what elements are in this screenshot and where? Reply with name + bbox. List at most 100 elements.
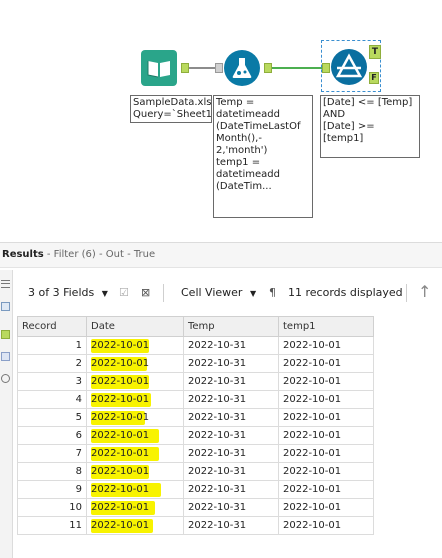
column-header[interactable]: Record (17, 316, 87, 337)
pilcrow-icon[interactable]: ¶ (269, 286, 276, 299)
temp-cell[interactable]: 2022-10-31 (183, 354, 279, 373)
temp-cell[interactable]: 2022-10-31 (183, 480, 279, 499)
temp-cell[interactable]: 2022-10-31 (183, 408, 279, 427)
column-header[interactable]: Temp (183, 316, 279, 337)
formula-output-anchor[interactable] (264, 63, 272, 73)
record-cell[interactable]: 8 (17, 462, 87, 481)
table-row[interactable]: 7 2022-10-01 2022-10-31 2022-10-01 (17, 444, 374, 463)
temp1-cell[interactable]: 2022-10-01 (278, 498, 374, 517)
cell-text: 2022-10-01 (91, 358, 150, 369)
date-cell[interactable]: 2022-10-01 (86, 354, 184, 373)
date-cell[interactable]: 2022-10-01 (86, 408, 184, 427)
formula-tool[interactable] (224, 50, 260, 86)
record-cell[interactable]: 7 (17, 444, 87, 463)
table-row[interactable]: 9 2022-10-01 2022-10-31 2022-10-01 (17, 480, 374, 499)
connector-input-formula[interactable] (189, 67, 215, 69)
temp-cell[interactable]: 2022-10-31 (183, 462, 279, 481)
date-cell[interactable]: 2022-10-01 (86, 426, 184, 445)
cell-text: 3 (75, 376, 82, 387)
temp-cell[interactable]: 2022-10-31 (183, 516, 279, 535)
temp1-cell[interactable]: 2022-10-01 (278, 480, 374, 499)
date-cell[interactable]: 2022-10-01 (86, 390, 184, 409)
table-view-icon[interactable] (1, 302, 10, 311)
temp1-cell[interactable]: 2022-10-01 (278, 444, 374, 463)
cell-text: 10 (69, 502, 82, 513)
cell-viewer-dropdown[interactable]: Cell Viewer ▼ (181, 286, 256, 299)
formula-input-anchor[interactable] (215, 63, 223, 73)
record-cell[interactable]: 6 (17, 426, 87, 445)
date-cell[interactable]: 2022-10-01 (86, 516, 184, 535)
help-icon[interactable] (1, 374, 10, 383)
table-row[interactable]: 2 2022-10-01 2022-10-31 2022-10-01 (17, 354, 374, 373)
record-cell[interactable]: 1 (17, 336, 87, 355)
filter-false-anchor[interactable]: F (369, 72, 379, 84)
table-row[interactable]: 8 2022-10-01 2022-10-31 2022-10-01 (17, 462, 374, 481)
cell-text: 2022-10-01 (283, 430, 342, 441)
connector-formula-filter[interactable] (272, 67, 322, 69)
temp1-cell[interactable]: 2022-10-01 (278, 354, 374, 373)
cell-text: 2022-10-01 (283, 466, 342, 477)
record-cell[interactable]: 4 (17, 390, 87, 409)
temp1-cell[interactable]: 2022-10-01 (278, 462, 374, 481)
records-count: 11 records displayed (288, 286, 403, 299)
table-header-row: Record Date Temp temp1 (17, 316, 374, 337)
temp-cell[interactable]: 2022-10-31 (183, 336, 279, 355)
cell-text: 2022-10-01 (91, 340, 150, 351)
record-cell[interactable]: 2 (17, 354, 87, 373)
temp1-cell[interactable]: 2022-10-01 (278, 408, 374, 427)
workflow-canvas[interactable]: T F SampleData.xlsx Query=`Sheet1$` Temp… (0, 0, 442, 236)
record-cell[interactable]: 5 (17, 408, 87, 427)
input-data-tool[interactable] (141, 50, 177, 86)
date-cell[interactable]: 2022-10-01 (86, 462, 184, 481)
filter-tool[interactable] (331, 49, 367, 85)
table-row[interactable]: 1 2022-10-01 2022-10-31 2022-10-01 (17, 336, 374, 355)
check-icon[interactable]: ☑ (119, 286, 129, 299)
cell-text: 9 (75, 484, 82, 495)
input-output-anchor[interactable] (181, 63, 189, 73)
record-cell[interactable]: 9 (17, 480, 87, 499)
cell-text: 2022-10-31 (188, 502, 247, 513)
cell-text: 2022-10-01 (91, 412, 150, 423)
table-row[interactable]: 3 2022-10-01 2022-10-31 2022-10-01 (17, 372, 374, 391)
fields-dropdown[interactable]: 3 of 3 Fields ▼ (28, 286, 108, 299)
temp-cell[interactable]: 2022-10-31 (183, 426, 279, 445)
table-row[interactable]: 6 2022-10-01 2022-10-31 2022-10-01 (17, 426, 374, 445)
record-cell[interactable]: 11 (17, 516, 87, 535)
deselect-icon[interactable]: ⊠ (141, 286, 150, 299)
temp-cell[interactable]: 2022-10-31 (183, 498, 279, 517)
table-row[interactable]: 4 2022-10-01 2022-10-31 2022-10-01 (17, 390, 374, 409)
cell-text: 2022-10-31 (188, 484, 247, 495)
table-row[interactable]: 10 2022-10-01 2022-10-31 2022-10-01 (17, 498, 374, 517)
date-cell[interactable]: 2022-10-01 (86, 336, 184, 355)
date-cell[interactable]: 2022-10-01 (86, 498, 184, 517)
table-row[interactable]: 11 2022-10-01 2022-10-31 2022-10-01 (17, 516, 374, 535)
cell-text: 2022-10-31 (188, 394, 247, 405)
temp1-cell[interactable]: 2022-10-01 (278, 336, 374, 355)
cell-text: 8 (75, 466, 82, 477)
record-cell[interactable]: 3 (17, 372, 87, 391)
temp-cell[interactable]: 2022-10-31 (183, 390, 279, 409)
temp1-cell[interactable]: 2022-10-01 (278, 426, 374, 445)
column-header[interactable]: temp1 (278, 316, 374, 337)
true-anchor-label: T (371, 47, 379, 57)
temp1-cell[interactable]: 2022-10-01 (278, 372, 374, 391)
filter-true-anchor[interactable]: T (369, 45, 381, 59)
cell-text: 2022-10-01 (283, 394, 342, 405)
record-cell[interactable]: 10 (17, 498, 87, 517)
cell-text: 7 (75, 448, 82, 459)
date-cell[interactable]: 2022-10-01 (86, 372, 184, 391)
temp1-cell[interactable]: 2022-10-01 (278, 390, 374, 409)
column-header[interactable]: Date (86, 316, 184, 337)
true-output-icon[interactable] (1, 330, 10, 339)
date-cell[interactable]: 2022-10-01 (86, 444, 184, 463)
table-row[interactable]: 5 2022-10-01 2022-10-31 2022-10-01 (17, 408, 374, 427)
temp1-cell[interactable]: 2022-10-01 (278, 516, 374, 535)
menu-icon[interactable] (1, 280, 10, 288)
false-output-icon[interactable] (1, 352, 10, 361)
temp-cell[interactable]: 2022-10-31 (183, 372, 279, 391)
temp-cell[interactable]: 2022-10-31 (183, 444, 279, 463)
scroll-up-arrow-icon[interactable]: ↑ (418, 282, 431, 301)
date-cell[interactable]: 2022-10-01 (86, 480, 184, 499)
cell-text: 2022-10-01 (91, 394, 150, 405)
cell-text: 2022-10-31 (188, 340, 247, 351)
